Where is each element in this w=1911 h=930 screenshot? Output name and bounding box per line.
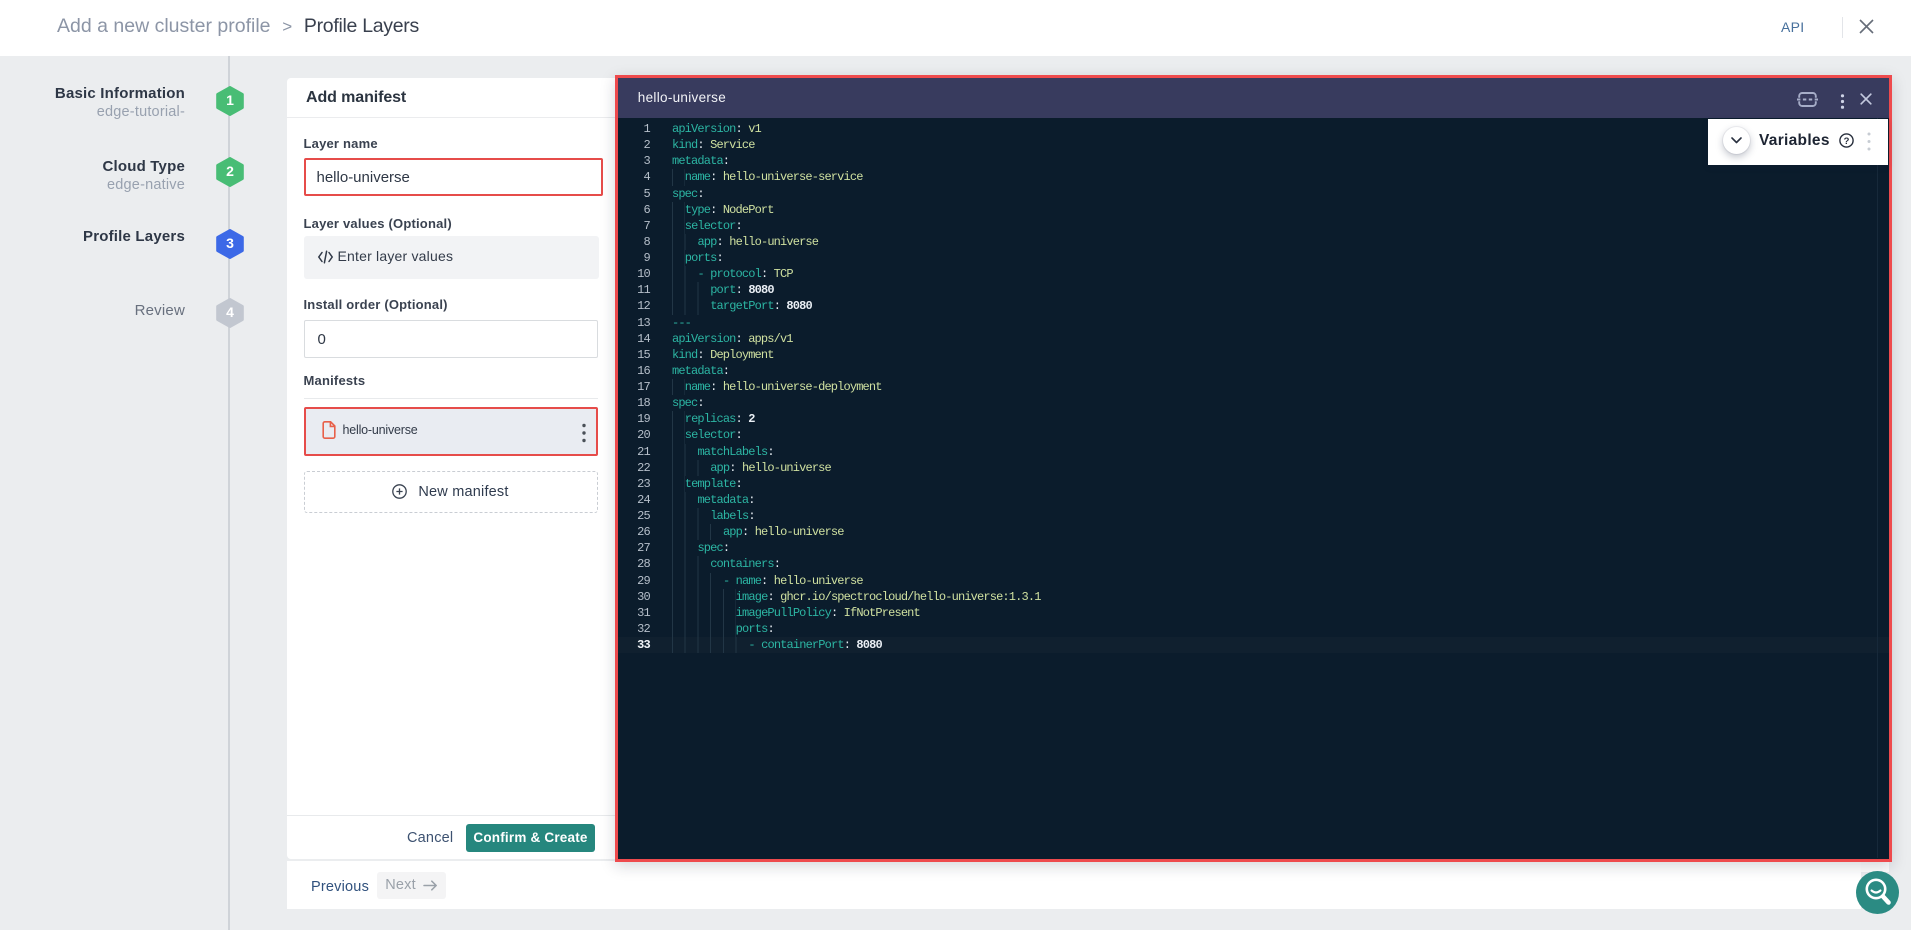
svg-text:?: ?: [1844, 135, 1850, 146]
